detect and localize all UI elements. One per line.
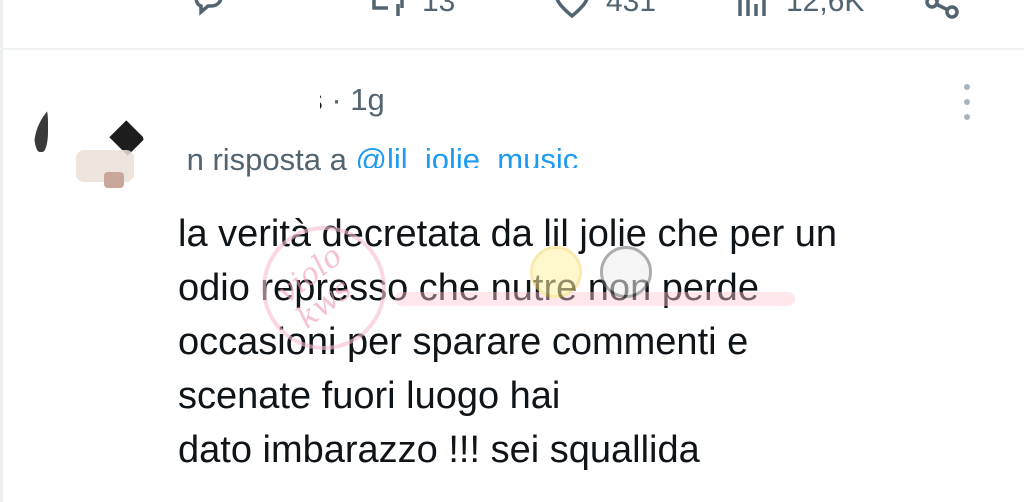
reply-handle-link[interactable]: @lil_jolie_music	[356, 142, 579, 168]
share-button[interactable]	[922, 0, 962, 22]
repost-icon	[372, 0, 404, 16]
left-edge-border	[0, 0, 3, 502]
reply-icon	[194, 0, 223, 16]
more-icon	[964, 84, 970, 90]
action-bar: 13 431 12,6K	[0, 0, 1024, 20]
tweet-time[interactable]: 1g	[350, 82, 384, 117]
tweet-divider	[0, 48, 1024, 50]
like-icon	[555, 0, 589, 19]
repost-count: 13	[422, 0, 456, 18]
reply-button[interactable]	[188, 0, 242, 22]
repost-button[interactable]: 13	[368, 0, 455, 22]
like-button[interactable]: 431	[552, 0, 656, 22]
reply-context: In risposta a @lil_jolie_music	[178, 142, 578, 178]
more-options-button[interactable]	[955, 80, 979, 124]
views-button[interactable]: 12,6K	[732, 0, 864, 22]
redacted-name-area	[180, 80, 320, 120]
separator: ·	[331, 82, 342, 117]
reply-prefix: In risposta a	[178, 142, 347, 177]
like-count: 431	[606, 0, 657, 18]
tweet-line: scenate fuori luogo hai	[178, 375, 561, 417]
views-icon	[738, 0, 766, 16]
views-count: 12,6K	[786, 0, 865, 18]
share-icon	[925, 0, 959, 19]
tweet-line: dato imbarazzo !!! sei squallida	[178, 429, 700, 471]
avatar[interactable]	[34, 92, 144, 202]
